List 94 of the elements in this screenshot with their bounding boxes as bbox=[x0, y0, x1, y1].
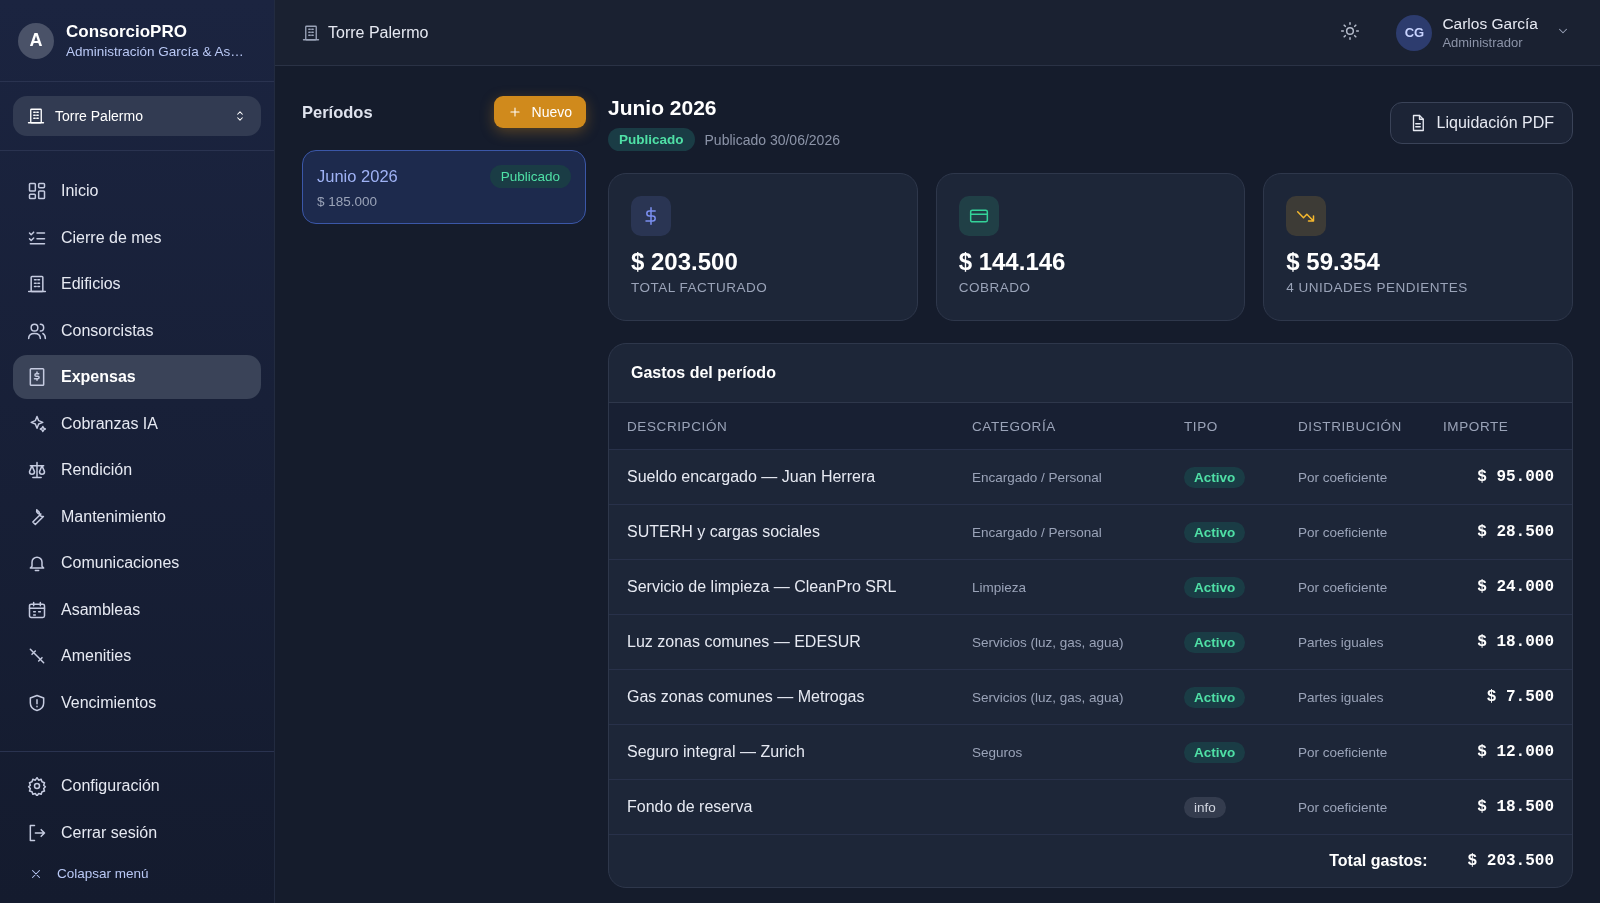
receipt-icon bbox=[27, 367, 47, 387]
sidebar-item[interactable]: Expensas bbox=[13, 355, 261, 399]
sidebar-item[interactable]: Configuración bbox=[13, 764, 261, 808]
table-cell-text: Partes iguales bbox=[1298, 689, 1385, 705]
period-title: Junio 2026 bbox=[608, 96, 718, 120]
table-cell-text: $ 7.500 bbox=[1485, 688, 1554, 706]
sidebar-item[interactable]: Asambleas bbox=[13, 587, 261, 632]
type-badge: Activo bbox=[1184, 631, 1246, 653]
scale-icon bbox=[27, 460, 47, 480]
column-header: DISTRIBUCIÓN bbox=[1298, 418, 1403, 434]
column-header: TIPO bbox=[1184, 418, 1219, 434]
stat-value: $ 59.354 bbox=[1286, 248, 1381, 276]
table-cell-text: Por coeficiente bbox=[1298, 579, 1389, 595]
table-cell-text: Limpieza bbox=[972, 579, 1028, 595]
sidebar-item[interactable]: Mantenimiento bbox=[13, 494, 261, 539]
type-badge: Activo bbox=[1184, 466, 1246, 488]
panel-title: Períodos bbox=[302, 102, 373, 122]
table-cell-text: Seguros bbox=[972, 744, 1024, 760]
sidebar-item[interactable]: Amenities bbox=[13, 634, 261, 678]
collapse-menu-button[interactable]: Colapsar menú bbox=[13, 858, 261, 889]
table-cell-text: SUTERH y cargas sociales bbox=[627, 523, 821, 541]
user-avatar[interactable]: CG bbox=[1396, 14, 1433, 51]
pdf-button[interactable]: Liquidación PDF bbox=[1389, 102, 1573, 144]
period-name: Junio 2026 bbox=[317, 167, 398, 186]
table-cell-text: Por coeficiente bbox=[1298, 524, 1389, 540]
sidebar-item[interactable]: Comunicaciones bbox=[13, 541, 261, 585]
user-role: Administrador bbox=[1442, 35, 1524, 50]
sidebar-item[interactable]: Cerrar sesión bbox=[13, 811, 261, 855]
building-selector[interactable]: Torre Palermo bbox=[13, 96, 261, 136]
type-badge: Activo bbox=[1184, 576, 1246, 598]
total-amount: $ 203.500 bbox=[1467, 852, 1554, 870]
stat-label: 4 UNIDADES PENDIENTES bbox=[1286, 280, 1469, 295]
table-cell-text: Seguro integral — Zurich bbox=[627, 743, 806, 761]
table-cell-text: $ 28.500 bbox=[1476, 523, 1554, 541]
settings-icon bbox=[27, 776, 47, 796]
sidebar-item[interactable]: Consorcistas bbox=[13, 308, 261, 353]
table-cell-text: Sueldo encargado — Juan Herrera bbox=[627, 468, 877, 486]
card-title: Gastos del período bbox=[631, 364, 776, 382]
breadcrumb: Torre Palermo bbox=[328, 23, 429, 42]
type-badge: Activo bbox=[1184, 741, 1246, 763]
sidebar-item[interactable]: Edificios bbox=[13, 262, 261, 306]
bell-icon bbox=[27, 553, 47, 573]
building-icon bbox=[302, 23, 320, 42]
table-cell-text: Fondo de reserva bbox=[627, 798, 754, 816]
status-badge: Publicado bbox=[489, 165, 571, 188]
sun-icon bbox=[1340, 20, 1361, 41]
sparkles-icon bbox=[27, 413, 47, 434]
stat-label: TOTAL FACTURADO bbox=[631, 280, 769, 295]
table-cell-text: $ 24.000 bbox=[1476, 578, 1554, 596]
grid-icon bbox=[27, 181, 47, 201]
table-cell-text: Servicio de limpieza — CleanPro SRL bbox=[627, 578, 898, 596]
brand-avatar: A bbox=[18, 22, 54, 59]
column-header: CATEGORÍA bbox=[972, 418, 1057, 434]
building-icon bbox=[27, 274, 47, 294]
sidebar-item[interactable]: Cobranzas IA bbox=[13, 401, 261, 446]
table-cell-text: Servicios (luz, gas, agua) bbox=[972, 634, 1125, 650]
building-icon bbox=[27, 107, 45, 125]
column-header: IMPORTE bbox=[1443, 418, 1510, 434]
table-cell-text: Por coeficiente bbox=[1298, 744, 1389, 760]
total-label: Total gastos: bbox=[1329, 852, 1428, 870]
period-card[interactable]: Junio 2026 Publicado $ 185.000 bbox=[302, 150, 586, 224]
table-cell-text: Por coeficiente bbox=[1298, 469, 1389, 485]
type-badge: Activo bbox=[1184, 686, 1246, 708]
table-cell-text: Encargado / Personal bbox=[972, 469, 1103, 485]
published-date: Publicado 30/06/2026 bbox=[704, 131, 840, 148]
stat-value: $ 203.500 bbox=[631, 248, 739, 276]
shield-alert-icon bbox=[27, 692, 47, 713]
logout-icon bbox=[27, 823, 47, 843]
sidebar-item[interactable]: Cierre de mes bbox=[13, 215, 261, 260]
period-amount: $ 185.000 bbox=[317, 194, 379, 209]
type-badge: info bbox=[1184, 796, 1226, 818]
table-cell-text: Luz zonas comunes — EDESUR bbox=[627, 633, 862, 651]
sidebar-item[interactable]: Vencimientos bbox=[13, 680, 261, 725]
plus-icon bbox=[507, 105, 522, 119]
table-cell-text: Partes iguales bbox=[1298, 634, 1385, 650]
app-name: ConsorcioPRO bbox=[66, 22, 188, 42]
table-cell-text: $ 95.000 bbox=[1476, 468, 1554, 486]
table-cell-text: $ 18.000 bbox=[1476, 633, 1554, 651]
sidebar-item[interactable]: Rendición bbox=[13, 448, 261, 492]
sidebar-item[interactable]: Inicio bbox=[13, 169, 261, 213]
column-header: DESCRIPCIÓN bbox=[627, 418, 729, 434]
user-name: Carlos García bbox=[1442, 15, 1538, 33]
stat-label: COBRADO bbox=[958, 280, 1032, 295]
type-badge: Activo bbox=[1184, 521, 1246, 543]
table-cell-text: Por coeficiente bbox=[1298, 799, 1389, 815]
table-cell-text: $ 12.000 bbox=[1476, 743, 1554, 761]
table-cell-text: Servicios (luz, gas, agua) bbox=[972, 689, 1125, 705]
calendar-icon bbox=[27, 599, 47, 620]
table-cell-text: $ 18.500 bbox=[1476, 798, 1554, 816]
organization-name: Administración García & As… bbox=[66, 44, 244, 59]
table-cell-text: Gas zonas comunes — Metrogas bbox=[627, 688, 866, 706]
table-cell-text: Encargado / Personal bbox=[972, 524, 1103, 540]
stat-value: $ 144.146 bbox=[958, 248, 1067, 276]
status-badge: Publicado bbox=[608, 128, 695, 151]
